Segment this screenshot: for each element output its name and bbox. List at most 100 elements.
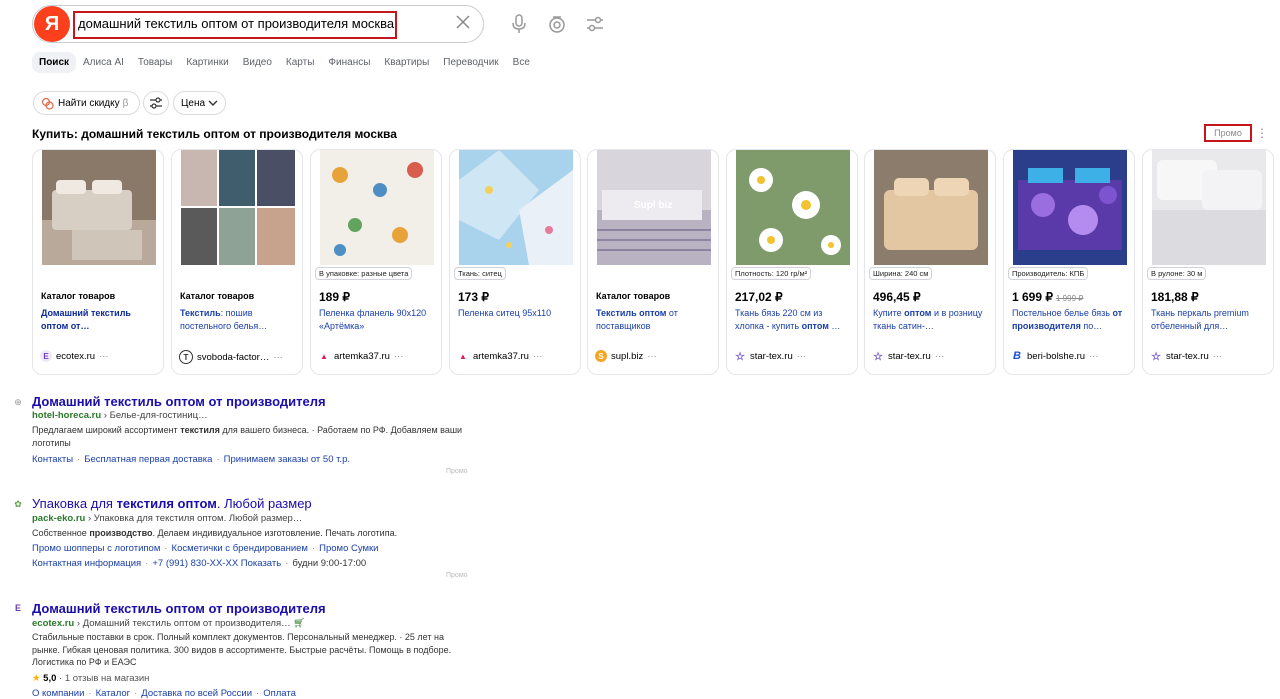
more-icon[interactable]: ··· [935,351,945,362]
card-desc[interactable]: Ткань перкаль premium отбеленный для… [1151,307,1269,332]
sitelink[interactable]: Бесплатная первая доставка [84,454,212,465]
more-icon[interactable]: ··· [533,351,543,362]
old-price: 1 999 ₽ [1056,294,1084,303]
card-desc[interactable]: Домашний текстиль оптом от… [41,307,159,332]
tab-alice[interactable]: Алиса AI [76,52,131,73]
card-price: 173 ₽ [458,290,489,304]
settings-sliders-icon[interactable] [584,13,606,35]
result-url[interactable]: ecotex.ru › Домашний текстиль оптом от п… [32,618,305,629]
review-count[interactable]: · 1 отзыв на магазин [59,673,149,684]
star-icon: ★ [32,673,41,684]
product-card[interactable]: Плотность: 120 гр/м² 217,02 ₽ Ткань бязь… [726,149,858,375]
more-icon[interactable]: ··· [797,351,807,362]
tab-search[interactable]: Поиск [32,52,77,73]
sitelink[interactable]: Каталог [96,688,131,699]
result-url[interactable]: pack-eko.ru › Упаковка для текстиля опто… [32,513,302,524]
tab-images[interactable]: Картинки [179,52,235,73]
tab-goods[interactable]: Товары [131,52,179,73]
find-discount-chip[interactable]: Найти скидку β [33,91,140,115]
card-tag: В упаковке: разные цвета [315,267,413,280]
result-snippet: Стабильные поставки в срок. Полный компл… [32,632,452,667]
card-source[interactable]: ☆ star-tex.ru ··· [1150,350,1223,363]
result-url[interactable]: hotel-horeca.ru › Белье-для-гостиниц… [32,410,208,421]
tab-realty[interactable]: Квартиры [377,52,436,73]
card-tag: Ткань: ситец [454,267,506,280]
contact-link[interactable]: Контактная информация [32,558,141,569]
card-desc[interactable]: Пеленка ситец 95x110 [458,307,576,320]
card-source[interactable]: ☆ star-tex.ru ··· [872,350,945,363]
source-name: star-tex.ru [888,350,931,362]
price-dropdown[interactable]: Цена [173,91,226,115]
result-title[interactable]: Домашний текстиль оптом от производителя [32,601,326,616]
tab-translate[interactable]: Переводчик [436,52,505,73]
result-title[interactable]: Домашний текстиль оптом от производителя [32,394,326,409]
rating-value: 5,0 [43,673,57,684]
sitelink[interactable]: О компании [32,688,84,699]
product-card[interactable]: Производитель: КПБ 1 699 ₽1 999 ₽ Постел… [1003,149,1135,375]
search-query[interactable]: домашний текстиль оптом от производителя… [78,16,394,31]
more-icon[interactable]: ··· [1213,351,1223,362]
more-icon[interactable]: ··· [273,352,283,363]
sitelink[interactable]: Оплата [263,688,296,699]
product-card[interactable]: Каталог товаров Текстиль: пошив постельн… [171,149,303,375]
clear-icon[interactable] [454,13,472,31]
sitelink[interactable]: Доставка по всей России [141,688,252,699]
card-source[interactable]: Eecotex.ru ··· [40,350,109,362]
filters-button[interactable] [143,91,169,115]
more-options-icon[interactable]: ⋮ [1256,126,1268,140]
globe-icon: ⊕ [14,396,22,407]
sitelink[interactable]: Промо шопперы с логотипом [32,543,160,554]
card-desc[interactable]: Постельное белье бязь от производителя п… [1012,307,1130,332]
yandex-logo[interactable]: Я [34,6,70,42]
more-icon[interactable]: ··· [647,351,657,362]
card-source[interactable]: ▲ artemka37.ru ··· [457,350,542,362]
result-snippet: Собственное производство. Делаем индивид… [32,528,398,538]
source-name: ecotex.ru [56,350,96,362]
card-source[interactable]: Ssupl.biz ··· [595,350,657,362]
sitelink[interactable]: Промо Сумки [319,543,378,554]
product-card[interactable]: Ткань: ситец 173 ₽ Пеленка ситец 95x110 … [449,149,581,375]
product-card[interactable]: Каталог товаров Домашний текстиль оптом … [32,149,164,375]
product-card[interactable]: В упаковке: разные цвета 189 ₽ Пеленка ф… [310,149,442,375]
star-store-icon: ☆ [735,350,745,363]
tab-maps[interactable]: Карты [279,52,322,73]
card-source[interactable]: Tsvoboda-factor… ··· [179,350,283,364]
discount-label: Найти скидку [58,97,120,109]
microphone-icon[interactable] [508,13,530,35]
product-image [1152,150,1266,265]
product-card[interactable]: В рулоне: 30 м 181,88 ₽ Ткань перкаль pr… [1142,149,1274,375]
result-title[interactable]: Упаковка для текстиля оптом. Любой разме… [32,496,312,511]
result-domain: ecotex.ru [32,618,75,629]
sitelink[interactable]: Контакты [32,454,73,465]
product-image [874,150,988,265]
eco-leaf-icon: ✿ [14,498,22,509]
card-source[interactable]: ▲ artemka37.ru ··· [318,350,403,362]
product-image [459,150,573,265]
image-watermark: Supl biz [634,200,673,211]
camera-search-icon[interactable] [546,13,568,35]
beta-badge: β [122,97,129,109]
sitelink[interactable]: Косметички с брендированием [172,543,308,554]
card-source[interactable]: ☆ star-tex.ru ··· [734,350,807,363]
product-card[interactable]: Supl biz Каталог товаров Текстиль оптом … [587,149,719,375]
tab-finance[interactable]: Финансы [321,52,377,73]
store-icon: B [1013,350,1021,362]
product-card[interactable]: Ширина: 240 см 496,45 ₽ Купите оптом и в… [864,149,996,375]
card-desc[interactable]: Текстиль оптом от поставщиков [596,307,714,332]
more-icon[interactable]: ··· [99,351,109,362]
tab-all[interactable]: Все [506,52,537,73]
result-domain: hotel-horeca.ru [32,410,102,421]
tab-video[interactable]: Видео [236,52,279,73]
result-contacts: Контактная информация · +7 (991) 830-XX-XX… [32,558,367,569]
sitelink[interactable]: Принимаем заказы от 50 т.р. [224,454,350,465]
card-desc[interactable]: Пеленка фланель 90x120 «Артёмка» [319,307,437,332]
card-desc[interactable]: Купите оптом и в розницу ткань сатин-… [873,307,991,332]
card-source[interactable]: Bberi-bolshe.ru ··· [1011,350,1099,362]
card-desc[interactable]: Ткань бязь 220 см из хлопка - купить опт… [735,307,853,332]
more-icon[interactable]: ··· [394,351,404,362]
promo-badge[interactable]: Промо [1204,124,1252,142]
source-name: artemka37.ru [334,350,390,362]
card-desc[interactable]: Текстиль: пошив постельного белья… [180,307,298,332]
phone-link[interactable]: +7 (991) 830-XX-XX Показать [152,558,281,569]
more-icon[interactable]: ··· [1089,351,1099,362]
